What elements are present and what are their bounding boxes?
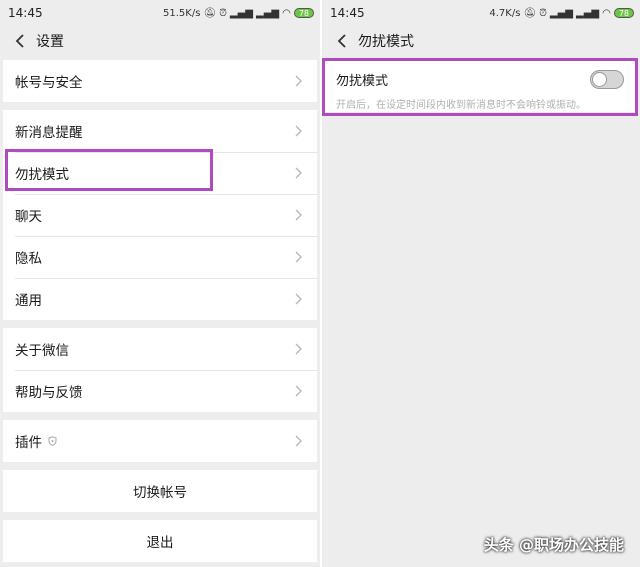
settings-item-label: 关于微信 [15, 343, 69, 359]
back-chevron-icon[interactable] [10, 31, 30, 51]
page-title: 设置 [36, 34, 64, 50]
chevron-right-icon [295, 124, 305, 138]
settings-group-plugins: 插件 [3, 420, 317, 462]
settings-item-label: 帐号与安全 [15, 75, 83, 91]
battery-icon: 78 [293, 8, 314, 18]
mute-icon: 🔕︎ [203, 7, 217, 19]
settings-group-about: 关于微信 帮助与反馈 [3, 328, 317, 412]
settings-item-label: 隐私 [15, 251, 42, 267]
switch-account-label: 切换帐号 [133, 485, 187, 501]
signal-icon: ▂▄▆ [256, 7, 280, 19]
title-bar: 设置 [0, 26, 320, 56]
chevron-right-icon [295, 74, 305, 88]
shield-icon [48, 436, 57, 446]
status-bar: 14:45 51.5K/s 🔕︎ ⏰︎ ▂▄▆ ▂▄▆ ◠ 78 [0, 0, 320, 26]
alarm-icon: ⏰︎ [539, 7, 547, 19]
settings-item-account-security[interactable]: 帐号与安全 [3, 60, 317, 102]
settings-group-general: 新消息提醒 勿扰模式 聊天 隐私 通用 [3, 110, 317, 320]
wifi-icon: ◠ [282, 7, 291, 19]
settings-item-chat[interactable]: 聊天 [3, 194, 317, 236]
wifi-icon: ◠ [602, 7, 611, 19]
dnd-description: 开启后，在设定时间段内收到新消息时不会响铃或振动。 [336, 100, 586, 111]
signal-icon: ▂▄▆ [229, 7, 253, 19]
signal-icon: ▂▄▆ [549, 7, 573, 19]
settings-item-general[interactable]: 通用 [3, 278, 317, 320]
toggle-knob [592, 72, 607, 87]
settings-item-help-feedback[interactable]: 帮助与反馈 [3, 370, 317, 412]
settings-item-do-not-disturb[interactable]: 勿扰模式 [3, 152, 317, 194]
settings-item-privacy[interactable]: 隐私 [3, 236, 317, 278]
settings-screen: 14:45 51.5K/s 🔕︎ ⏰︎ ▂▄▆ ▂▄▆ ◠ 78 设置 帐号与安… [0, 0, 320, 567]
network-speed: 51.5K/s [163, 7, 201, 19]
logout-button[interactable]: 退出 [3, 520, 317, 562]
dnd-toggle[interactable] [590, 70, 624, 89]
chevron-right-icon [295, 384, 305, 398]
chevron-right-icon [295, 250, 305, 264]
settings-item-label: 插件 [15, 435, 42, 451]
chevron-right-icon [295, 434, 305, 448]
settings-item-plugins[interactable]: 插件 [3, 420, 317, 462]
status-time: 14:45 [330, 6, 365, 20]
status-bar: 14:45 4.7K/s 🔕︎ ⏰︎ ▂▄▆ ▂▄▆ ◠ 78 [322, 0, 640, 26]
dnd-screen: 14:45 4.7K/s 🔕︎ ⏰︎ ▂▄▆ ▂▄▆ ◠ 78 勿扰模式 勿扰模… [322, 0, 640, 567]
signal-icon: ▂▄▆ [576, 7, 600, 19]
settings-item-label: 聊天 [15, 209, 42, 225]
network-speed: 4.7K/s [489, 7, 521, 19]
title-bar: 勿扰模式 [322, 26, 640, 56]
settings-item-label: 通用 [15, 293, 42, 309]
page-title: 勿扰模式 [358, 34, 414, 50]
watermark: 头条 @职场办公技能 [483, 536, 624, 554]
settings-item-label: 勿扰模式 [15, 167, 69, 183]
mute-icon: 🔕︎ [523, 7, 537, 19]
chevron-right-icon [295, 208, 305, 222]
battery-icon: 78 [613, 8, 634, 18]
settings-item-about[interactable]: 关于微信 [3, 328, 317, 370]
settings-item-notifications[interactable]: 新消息提醒 [3, 110, 317, 152]
dnd-label: 勿扰模式 [336, 74, 389, 89]
chevron-right-icon [295, 342, 305, 356]
settings-item-label: 新消息提醒 [15, 125, 83, 141]
chevron-right-icon [295, 292, 305, 306]
switch-account-button[interactable]: 切换帐号 [3, 470, 317, 512]
status-time: 14:45 [8, 6, 43, 20]
settings-item-label: 帮助与反馈 [15, 385, 83, 401]
settings-group-account: 帐号与安全 [3, 60, 317, 102]
dnd-panel: 勿扰模式 开启后，在设定时间段内收到新消息时不会响铃或振动。 [324, 60, 638, 112]
back-chevron-icon[interactable] [332, 31, 352, 51]
chevron-right-icon [295, 166, 305, 180]
alarm-icon: ⏰︎ [219, 7, 227, 19]
logout-label: 退出 [146, 535, 174, 551]
